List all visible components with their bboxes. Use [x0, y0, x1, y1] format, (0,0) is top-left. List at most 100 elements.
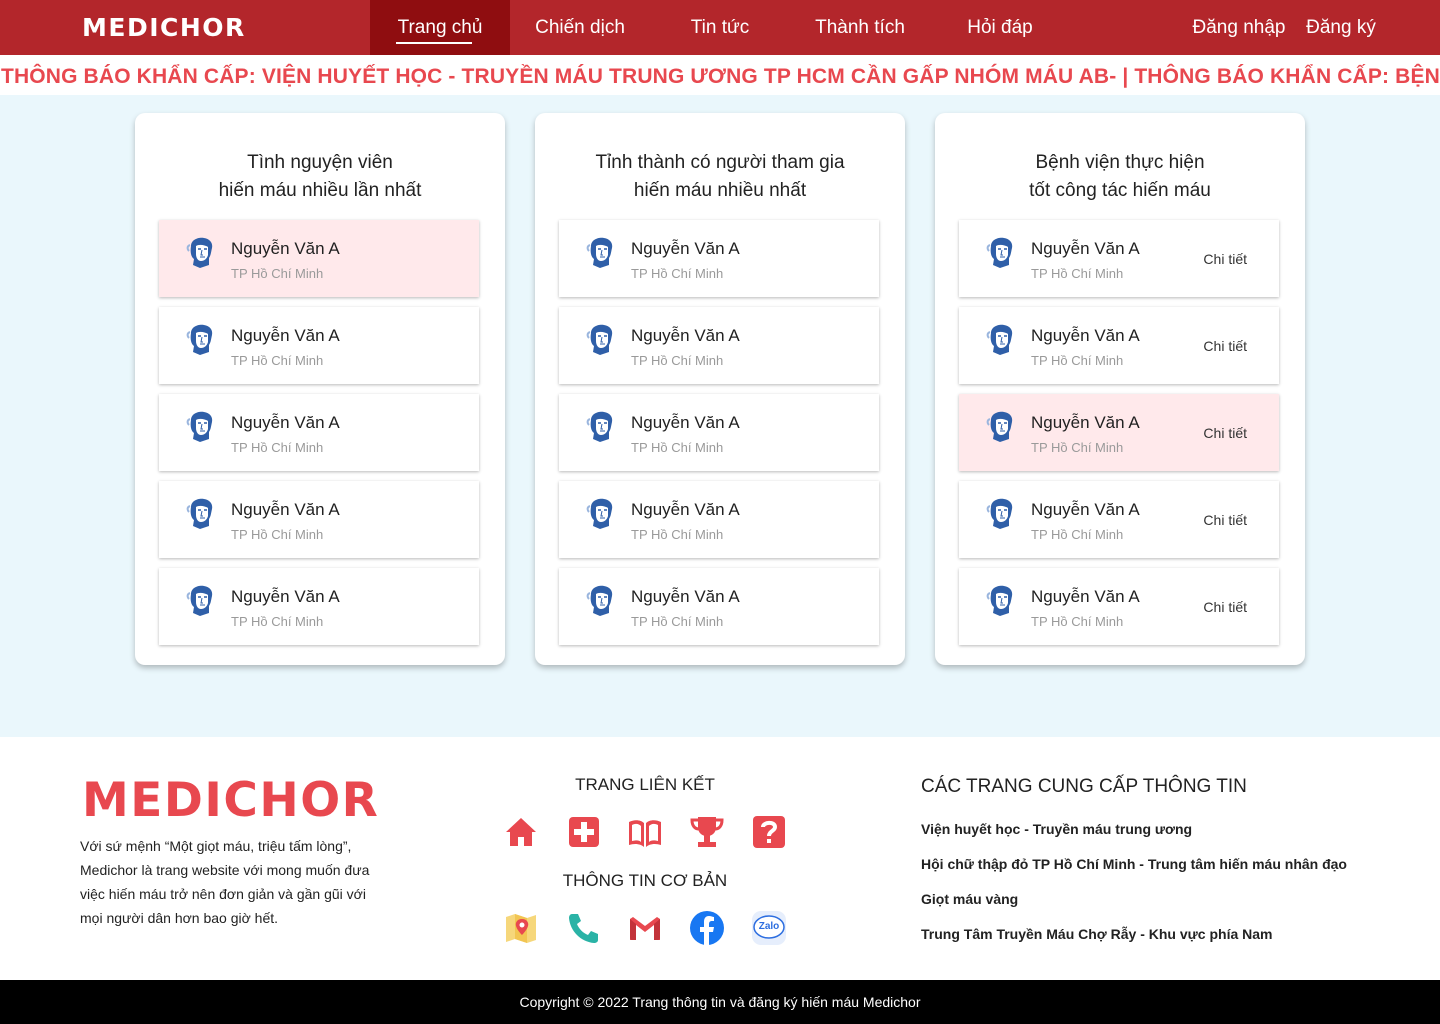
brand-logo[interactable]: MEDICHOR: [82, 13, 246, 42]
top-provinces-card: Tỉnh thành có người tham gia hiến máu nh…: [535, 113, 905, 665]
person-name: Nguyễn Văn A: [631, 326, 740, 345]
zalo-label: Zalo: [758, 921, 780, 932]
nav-faq[interactable]: Hỏi đáp: [930, 0, 1070, 55]
person-name: Nguyễn Văn A: [231, 587, 340, 606]
links-title: TRANG LIÊN KẾT: [575, 775, 715, 794]
avatar-icon: [185, 324, 215, 356]
mission-line: Medichor là trang website với mong muốn …: [80, 862, 370, 878]
card-title: Bệnh viện thực hiện tốt công tác hiến má…: [935, 149, 1305, 205]
active-underline: [396, 42, 472, 44]
card-title-line2: hiến máu nhiều nhất: [633, 180, 807, 201]
footer: MEDICHOR Với sứ mệnh “Một giọt máu, triệ…: [0, 737, 1440, 980]
person-name: Nguyễn Văn A: [1031, 413, 1140, 432]
person-city: TP Hồ Chí Minh: [631, 527, 724, 542]
mission-line: việc hiến máu trở nên đơn giản và gần gũ…: [80, 886, 366, 902]
provider-link[interactable]: Hội chữ thập đỏ TP Hồ Chí Minh - Trung t…: [921, 856, 1347, 872]
gmail-icon[interactable]: [627, 910, 663, 946]
card-title-line1: Tỉnh thành có người tham gia: [595, 152, 845, 173]
top-volunteers-card: Tình nguyện viên hiến máu nhiều lần nhất…: [135, 113, 505, 665]
list-item[interactable]: Nguyễn Văn A TP Hồ Chí Minh Chi tiết: [959, 568, 1279, 645]
person-name: Nguyễn Văn A: [1031, 500, 1140, 519]
mission-line: Với sứ mệnh “Một giọt máu, triệu tấm lòn…: [80, 838, 352, 854]
list-item[interactable]: Nguyễn Văn A TP Hồ Chí Minh Chi tiết: [959, 481, 1279, 558]
card-title: Tình nguyện viên hiến máu nhiều lần nhất: [135, 149, 505, 205]
login-link[interactable]: Đăng nhập: [1186, 0, 1292, 55]
nav-home-label: Trang chủ: [397, 17, 483, 38]
question-icon[interactable]: [751, 814, 787, 850]
person-city: TP Hồ Chí Minh: [631, 440, 724, 455]
nav-campaigns[interactable]: Chiến dịch: [510, 0, 650, 55]
person-city: TP Hồ Chí Minh: [1031, 440, 1124, 455]
person-city: TP Hồ Chí Minh: [631, 614, 724, 629]
provider-link[interactable]: Viện huyết học - Truyền máu trung ương: [921, 821, 1192, 837]
avatar-icon: [985, 585, 1015, 617]
list-item[interactable]: Nguyễn Văn A TP Hồ Chí Minh: [559, 220, 879, 297]
avatar-icon: [585, 498, 615, 530]
person-city: TP Hồ Chí Minh: [231, 527, 324, 542]
nav-achievements[interactable]: Thành tích: [790, 0, 930, 55]
emergency-ticker: THÔNG BÁO KHẨN CẤP: VIỆN HUYẾT HỌC - TRU…: [0, 55, 1440, 95]
top-hospitals-card: Bệnh viện thực hiện tốt công tác hiến má…: [935, 113, 1305, 665]
phone-icon[interactable]: [566, 910, 602, 946]
book-icon[interactable]: [627, 814, 663, 850]
avatar-icon: [185, 585, 215, 617]
avatar-icon: [185, 411, 215, 443]
card-title-line2: hiến máu nhiều lần nhất: [218, 180, 422, 201]
person-city: TP Hồ Chí Minh: [1031, 527, 1124, 542]
list-item[interactable]: Nguyễn Văn A TP Hồ Chí Minh: [159, 568, 479, 645]
person-city: TP Hồ Chí Minh: [231, 614, 324, 629]
list-item[interactable]: Nguyễn Văn A TP Hồ Chí Minh: [159, 220, 479, 297]
nav-home[interactable]: Trang chủ: [370, 0, 510, 55]
person-city: TP Hồ Chí Minh: [231, 266, 324, 281]
detail-link[interactable]: Chi tiết: [1203, 425, 1247, 441]
footer-logo[interactable]: MEDICHOR: [82, 773, 379, 828]
avatar-icon: [585, 411, 615, 443]
provider-link[interactable]: Trung Tâm Truyền Máu Chợ Rẫy - Khu vực p…: [921, 926, 1272, 942]
copyright: Copyright © 2022 Trang thông tin và đăng…: [0, 980, 1440, 1024]
register-link[interactable]: Đăng ký: [1300, 0, 1382, 55]
detail-link[interactable]: Chi tiết: [1203, 338, 1247, 354]
nav-news[interactable]: Tin tức: [650, 0, 790, 55]
medical-cross-icon[interactable]: [566, 814, 602, 850]
list-item[interactable]: Nguyễn Văn A TP Hồ Chí Minh Chi tiết: [959, 394, 1279, 471]
person-city: TP Hồ Chí Minh: [231, 440, 324, 455]
list-item[interactable]: Nguyễn Văn A TP Hồ Chí Minh: [159, 481, 479, 558]
top-nav: MEDICHOR Trang chủ Chiến dịch Tin tức Th…: [0, 0, 1440, 55]
list-item[interactable]: Nguyễn Văn A TP Hồ Chí Minh: [559, 307, 879, 384]
trophy-icon[interactable]: [689, 814, 725, 850]
person-name: Nguyễn Văn A: [231, 326, 340, 345]
avatar-icon: [585, 324, 615, 356]
person-city: TP Hồ Chí Minh: [1031, 266, 1124, 281]
person-city: TP Hồ Chí Minh: [1031, 614, 1124, 629]
avatar-icon: [985, 324, 1015, 356]
detail-link[interactable]: Chi tiết: [1203, 599, 1247, 615]
mission-text: Với sứ mệnh “Một giọt máu, triệu tấm lòn…: [80, 834, 390, 930]
zalo-icon[interactable]: Zalo: [751, 910, 787, 946]
card-title-line1: Bệnh viện thực hiện: [1035, 152, 1205, 173]
person-name: Nguyễn Văn A: [631, 500, 740, 519]
list-item[interactable]: Nguyễn Văn A TP Hồ Chí Minh: [559, 394, 879, 471]
person-name: Nguyễn Văn A: [231, 413, 340, 432]
mission-line: mọi người dân hơn bao giờ hết.: [80, 910, 279, 926]
list-item[interactable]: Nguyễn Văn A TP Hồ Chí Minh: [559, 568, 879, 645]
map-icon[interactable]: [503, 910, 539, 946]
info-title: THÔNG TIN CƠ BẢN: [562, 871, 728, 890]
facebook-icon[interactable]: [689, 910, 725, 946]
person-name: Nguyễn Văn A: [231, 500, 340, 519]
list-item[interactable]: Nguyễn Văn A TP Hồ Chí Minh Chi tiết: [959, 220, 1279, 297]
provider-link[interactable]: Giọt máu vàng: [921, 891, 1018, 907]
card-title-line2: tốt công tác hiến máu: [1029, 180, 1211, 201]
detail-link[interactable]: Chi tiết: [1203, 251, 1247, 267]
list-item[interactable]: Nguyễn Văn A TP Hồ Chí Minh Chi tiết: [959, 307, 1279, 384]
list-item[interactable]: Nguyễn Văn A TP Hồ Chí Minh: [159, 307, 479, 384]
avatar-icon: [985, 411, 1015, 443]
ticker-text: THÔNG BÁO KHẨN CẤP: VIỆN HUYẾT HỌC - TRU…: [1, 65, 1440, 88]
detail-link[interactable]: Chi tiết: [1203, 512, 1247, 528]
avatar-icon: [585, 585, 615, 617]
avatar-icon: [985, 237, 1015, 269]
home-icon[interactable]: [503, 814, 539, 850]
list-item[interactable]: Nguyễn Văn A TP Hồ Chí Minh: [559, 481, 879, 558]
list-item[interactable]: Nguyễn Văn A TP Hồ Chí Minh: [159, 394, 479, 471]
avatar-icon: [185, 498, 215, 530]
person-name: Nguyễn Văn A: [231, 239, 340, 258]
